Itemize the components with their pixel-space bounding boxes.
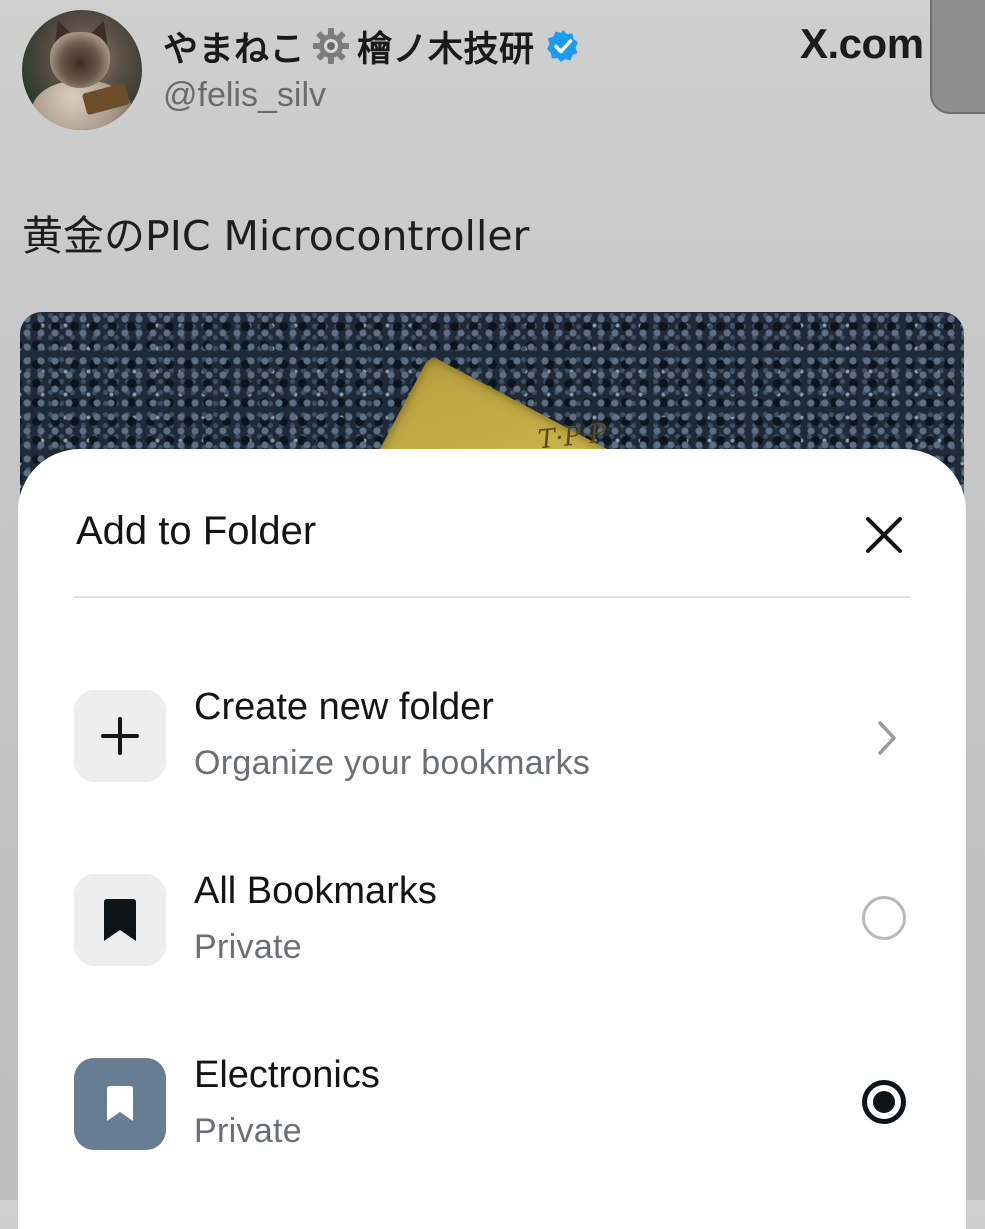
create-folder-title: Create new folder — [194, 686, 494, 728]
bookmark-icon — [104, 899, 136, 941]
create-folder-subtitle: Organize your bookmarks — [194, 744, 591, 782]
author-handle[interactable]: @felis_silv — [163, 76, 326, 115]
electronics-title: Electronics — [194, 1054, 380, 1096]
chevron-right-icon — [878, 721, 896, 755]
plus-icon — [101, 717, 139, 755]
electronics-subtitle: Private — [194, 1112, 302, 1150]
sheet-title: Add to Folder — [76, 509, 317, 553]
bookmark-icon — [107, 1086, 133, 1121]
author-name-row[interactable]: やまねこ 檜ノ木技研 — [163, 20, 581, 72]
add-to-folder-sheet: Add to Folder Create new folder Organize… — [18, 449, 966, 1229]
x-logo: X.com — [800, 20, 924, 67]
author-name-part1: やまねこ — [163, 29, 306, 70]
create-folder-icon-tile — [74, 690, 166, 782]
author-avatar[interactable] — [22, 10, 142, 130]
all-bookmarks-icon-tile — [74, 874, 166, 966]
window-corner-handle — [930, 0, 985, 114]
post-text: 黄金のPIC Microcontroller — [22, 212, 530, 260]
verified-badge-icon — [545, 28, 581, 64]
divider — [73, 596, 911, 598]
gear-icon — [311, 26, 351, 66]
folder-row-electronics[interactable]: Electronics Private — [74, 1054, 914, 1158]
avatar-cat-face — [50, 32, 110, 88]
all-bookmarks-title: All Bookmarks — [194, 870, 437, 912]
radio-selected-dot — [873, 1091, 895, 1113]
create-new-folder-row[interactable]: Create new folder Organize your bookmark… — [74, 686, 914, 790]
electronics-radio-selected[interactable] — [862, 1080, 906, 1124]
folder-row-all-bookmarks[interactable]: All Bookmarks Private — [74, 870, 914, 974]
all-bookmarks-subtitle: Private — [194, 928, 302, 966]
close-icon — [866, 517, 902, 553]
author-name-part2: 檜ノ木技研 — [357, 29, 535, 70]
electronics-icon-tile — [74, 1058, 166, 1150]
all-bookmarks-radio[interactable] — [862, 896, 906, 940]
close-button[interactable] — [856, 507, 912, 563]
